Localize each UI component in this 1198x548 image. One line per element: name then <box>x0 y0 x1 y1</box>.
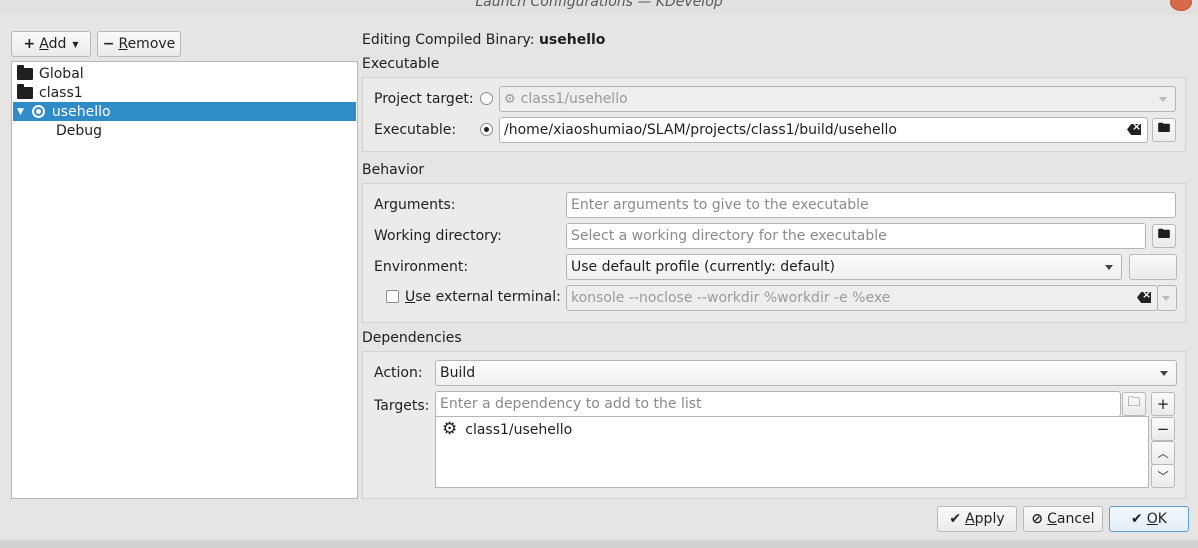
browse-dependency-button[interactable]: 🗀 <box>1122 392 1146 416</box>
folder-icon <box>17 83 33 99</box>
cancel-icon: ⊘ <box>1031 511 1044 527</box>
dependency-input[interactable]: Enter a dependency to add to the list <box>435 391 1121 417</box>
folder-icon <box>17 64 33 80</box>
dependency-placeholder: Enter a dependency to add to the list <box>440 396 702 412</box>
environment-value: Use default profile (currently: default) <box>571 259 835 275</box>
move-down-button[interactable]: ﹀ <box>1151 464 1175 488</box>
folder-icon: 🗀 <box>1127 395 1141 410</box>
expand-arrow-icon: ▼ <box>17 106 24 117</box>
targets-label: Targets: <box>374 398 430 414</box>
arguments-input[interactable]: Enter arguments to give to the executabl… <box>566 192 1176 218</box>
environment-label: Environment: <box>374 259 469 275</box>
arguments-placeholder: Enter arguments to give to the executabl… <box>571 197 869 213</box>
chevron-up-icon: ︿ <box>1157 447 1169 460</box>
checkmark-icon: ✔ <box>1131 511 1143 527</box>
remove-button[interactable]: − Remove <box>97 31 181 57</box>
tree-item-class1[interactable]: class1 <box>13 83 356 102</box>
action-combo[interactable]: Build <box>435 360 1177 386</box>
chevron-down-icon <box>1160 371 1168 376</box>
gear-icon: ⚙ <box>442 419 458 439</box>
move-up-button[interactable]: ︿ <box>1151 441 1175 465</box>
launch-config-tree[interactable]: Global class1 ▼ usehello Debug <box>11 61 358 499</box>
title-bar: Launch Configurations — KDevelop <box>0 0 1198 14</box>
clear-icon[interactable] <box>1127 124 1141 135</box>
bottom-strip <box>0 540 1198 548</box>
tree-item-label: Global <box>39 65 84 82</box>
tree-item-label: class1 <box>39 84 83 101</box>
external-terminal-dropdown-button[interactable] <box>1157 285 1177 311</box>
open-folder-icon: 🖿 <box>1157 227 1171 242</box>
project-target-value: class1/usehello <box>520 91 628 107</box>
executable-section-title: Executable <box>362 56 440 72</box>
tree-item-debug[interactable]: Debug <box>13 121 356 140</box>
add-button-label: Add <box>39 36 67 52</box>
external-terminal-value: konsole --noclose --workdir %workdir -e … <box>571 290 891 306</box>
page-title-prefix: Editing Compiled Binary: <box>362 32 539 48</box>
gear-icon: ⚙ <box>504 91 516 107</box>
add-dependency-button[interactable]: + <box>1151 392 1175 416</box>
project-target-combo[interactable]: ⚙ class1/usehello <box>499 86 1176 112</box>
behavior-section-title: Behavior <box>362 162 425 178</box>
plus-icon: + <box>23 36 36 52</box>
remove-dependency-button[interactable]: − <box>1151 417 1175 441</box>
browse-directory-button[interactable]: 🖿 <box>1152 224 1176 248</box>
open-file-icon: 🖿 <box>1157 121 1171 136</box>
cancel-button[interactable]: ⊘ Cancel <box>1023 506 1103 532</box>
remove-button-label: Remove <box>118 36 176 52</box>
plus-icon: + <box>1156 395 1170 413</box>
working-directory-placeholder: Select a working directory for the execu… <box>571 228 887 244</box>
list-item-label: class1/usehello <box>465 421 573 438</box>
arguments-label: Arguments: <box>374 197 456 213</box>
page-title-name: usehello <box>538 32 606 48</box>
external-terminal-label: Use external terminal: <box>405 289 561 305</box>
minus-icon: − <box>102 36 115 52</box>
page-title: Editing Compiled Binary: usehello <box>362 32 605 48</box>
dependencies-section-title: Dependencies <box>362 330 462 346</box>
apply-button[interactable]: ✔ Apply <box>937 506 1017 532</box>
executable-label: Executable: <box>374 122 457 138</box>
executable-path-value: /home/xiaoshumiao/SLAM/projects/class1/b… <box>504 122 897 138</box>
dependency-list[interactable]: ⚙ class1/usehello <box>435 416 1149 488</box>
executable-radio[interactable] <box>480 123 493 136</box>
clear-icon[interactable] <box>1137 292 1151 303</box>
browse-executable-button[interactable]: 🖿 <box>1152 118 1176 142</box>
chevron-down-icon: ﹀ <box>1157 470 1169 483</box>
chevron-down-icon <box>1162 296 1170 301</box>
list-item[interactable]: ⚙ class1/usehello <box>442 421 572 438</box>
configure-environment-button[interactable] <box>1129 254 1177 280</box>
chevron-down-icon <box>1105 265 1113 270</box>
action-value: Build <box>440 365 476 381</box>
external-terminal-combo[interactable]: konsole --noclose --workdir %workdir -e … <box>566 285 1158 311</box>
tree-item-label: usehello <box>51 103 111 120</box>
tree-item-global[interactable]: Global <box>13 64 356 83</box>
minus-icon: − <box>1156 420 1170 438</box>
add-button[interactable]: + Add ▼ <box>11 31 91 57</box>
chevron-down-icon <box>1159 97 1167 102</box>
tree-item-label: Debug <box>56 122 103 139</box>
working-directory-input[interactable]: Select a working directory for the execu… <box>566 223 1146 249</box>
executable-path-input[interactable]: /home/xiaoshumiao/SLAM/projects/class1/b… <box>499 117 1148 143</box>
window-title: Launch Configurations — KDevelop <box>475 0 723 10</box>
checkmark-icon: ✔ <box>949 511 962 527</box>
tree-item-usehello[interactable]: ▼ usehello <box>13 102 356 121</box>
cancel-button-label: Cancel <box>1047 511 1095 527</box>
apply-button-label: Apply <box>965 511 1005 527</box>
chevron-down-icon: ▼ <box>72 39 79 49</box>
working-directory-label: Working directory: <box>374 228 502 244</box>
ok-button-label: OK <box>1146 511 1167 527</box>
project-target-radio[interactable] <box>480 92 493 105</box>
ok-button[interactable]: ✔ OK <box>1109 506 1189 532</box>
external-terminal-checkbox[interactable] <box>386 290 399 303</box>
environment-combo[interactable]: Use default profile (currently: default) <box>566 254 1122 280</box>
action-label: Action: <box>374 365 423 381</box>
launch-config-icon <box>31 105 45 118</box>
project-target-label: Project target: <box>374 91 474 107</box>
